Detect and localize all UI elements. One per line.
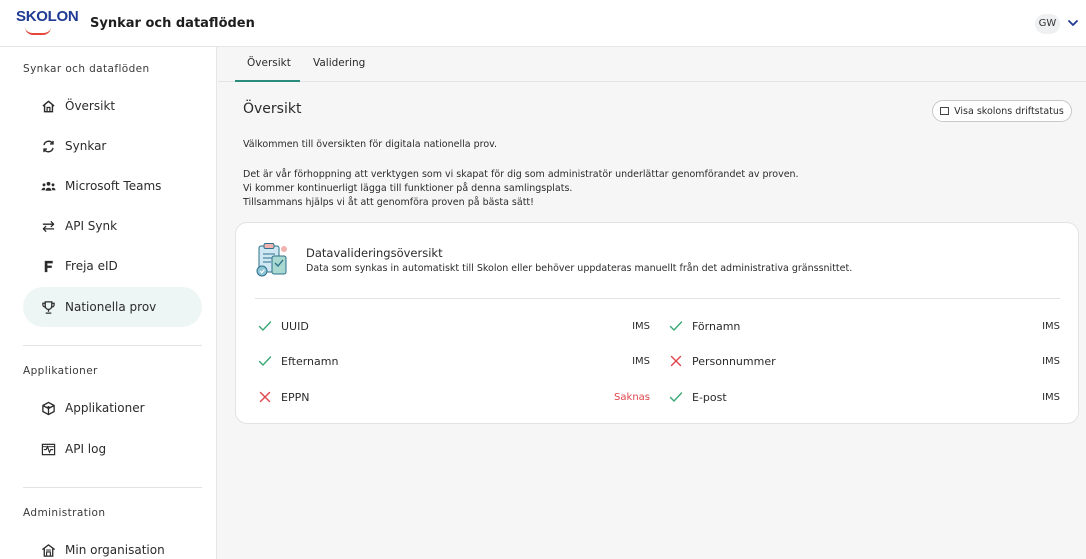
sidebar-item-api-log[interactable]: API log <box>23 429 202 469</box>
swap-arrows-icon <box>40 218 56 234</box>
field-label: Personnummer <box>692 354 776 368</box>
field-source: IMS <box>1042 320 1060 332</box>
cross-icon <box>669 354 683 368</box>
sidebar-divider <box>23 487 202 488</box>
top-bar: SKOLON Synkar och dataflöden GW <box>0 0 1086 47</box>
intro-text: Det är vår förhoppning att verktygen som… <box>243 169 799 180</box>
sidebar-item-min-organisation[interactable]: Min organisation <box>23 530 202 559</box>
page-title: Översikt <box>243 101 302 117</box>
activity-log-icon <box>40 441 56 457</box>
intro-text: Välkommen till översikten för digitala n… <box>243 139 498 150</box>
field-label: UUID <box>281 319 309 333</box>
active-tab-indicator <box>235 80 300 82</box>
sidebar-item-applikationer[interactable]: Applikationer <box>23 388 202 428</box>
validation-row-personnummer: Personnummer IMS <box>669 351 1060 371</box>
tab-bar: Översikt Validering <box>218 47 1086 82</box>
sidebar-item-label: Översikt <box>65 99 116 113</box>
sidebar: Synkar och dataflöden Översikt Synkar Mi… <box>0 47 217 559</box>
validation-row-eppn: EPPN Saknas <box>258 387 650 407</box>
validation-row-fornamn: Förnamn IMS <box>669 316 1060 336</box>
sync-icon <box>40 138 56 154</box>
sidebar-item-api-synk[interactable]: API Synk <box>23 206 202 246</box>
sidebar-item-label: Synkar <box>65 139 107 153</box>
check-icon <box>258 319 272 333</box>
clipboard-illustration-icon <box>253 240 293 280</box>
field-source: IMS <box>1042 391 1060 403</box>
sidebar-item-label: Freja eID <box>65 259 118 273</box>
sidebar-section-title: Administration <box>23 507 106 519</box>
validation-row-efternamn: Efternamn IMS <box>258 351 650 371</box>
skolon-logo[interactable]: SKOLON <box>16 8 79 38</box>
sidebar-divider <box>23 345 202 346</box>
window-icon <box>940 107 950 115</box>
sidebar-section-title: Synkar och dataflöden <box>23 63 150 75</box>
sidebar-item-freja-eid[interactable]: Freja eID <box>23 246 202 286</box>
intro-text: Vi kommer kontinuerligt lägga till funkt… <box>243 183 573 194</box>
logo-smile-icon <box>25 27 51 35</box>
driftstatus-button[interactable]: Visa skolons driftstatus <box>932 100 1072 122</box>
field-label: EPPN <box>281 390 310 404</box>
tab-validering[interactable]: Validering <box>313 57 365 69</box>
cube-icon <box>40 400 56 416</box>
card-divider <box>255 298 1060 299</box>
validation-row-uuid: UUID IMS <box>258 316 650 336</box>
validation-row-epost: E-post IMS <box>669 387 1060 407</box>
cross-icon <box>258 390 272 404</box>
sidebar-item-label: API Synk <box>65 219 118 233</box>
card-subtitle: Data som synkas in automatiskt till Skol… <box>306 263 853 274</box>
field-source: IMS <box>1042 355 1060 367</box>
sidebar-item-synkar[interactable]: Synkar <box>23 126 202 166</box>
field-source: IMS <box>632 320 650 332</box>
sidebar-item-microsoft-teams[interactable]: Microsoft Teams <box>23 166 202 206</box>
trophy-icon <box>40 299 56 315</box>
sidebar-item-oversikt[interactable]: Översikt <box>23 86 202 126</box>
chevron-down-icon[interactable] <box>1065 13 1081 33</box>
sidebar-item-label: Applikationer <box>65 401 145 415</box>
data-validation-card: Datavalideringsöversikt Data som synkas … <box>235 222 1079 424</box>
intro-text: Tillsammans hjälps vi åt att genomföra p… <box>243 197 534 208</box>
tab-oversikt[interactable]: Översikt <box>247 57 291 69</box>
logo-text: SKOLON <box>16 8 79 25</box>
sidebar-item-label: Nationella prov <box>65 300 157 314</box>
field-label: Förnamn <box>692 319 741 333</box>
field-label: E-post <box>692 390 727 404</box>
sidebar-section-title: Applikationer <box>23 365 98 377</box>
field-source-missing: Saknas <box>614 391 650 403</box>
check-icon <box>669 319 683 333</box>
sidebar-item-label: API log <box>65 442 107 456</box>
card-title: Datavalideringsöversikt <box>306 246 443 260</box>
teams-icon <box>40 178 56 194</box>
field-source: IMS <box>632 355 650 367</box>
sidebar-item-nationella-prov[interactable]: Nationella prov <box>23 287 202 327</box>
organisation-icon <box>40 542 56 558</box>
user-avatar[interactable]: GW <box>1035 14 1060 34</box>
sidebar-item-label: Microsoft Teams <box>65 179 162 193</box>
check-icon <box>258 354 272 368</box>
check-icon <box>669 390 683 404</box>
app-title: Synkar och dataflöden <box>90 15 255 31</box>
sidebar-item-label: Min organisation <box>65 543 165 557</box>
home-icon <box>40 98 56 114</box>
driftstatus-label: Visa skolons driftstatus <box>954 105 1064 117</box>
field-label: Efternamn <box>281 354 339 368</box>
freja-icon <box>40 258 56 274</box>
